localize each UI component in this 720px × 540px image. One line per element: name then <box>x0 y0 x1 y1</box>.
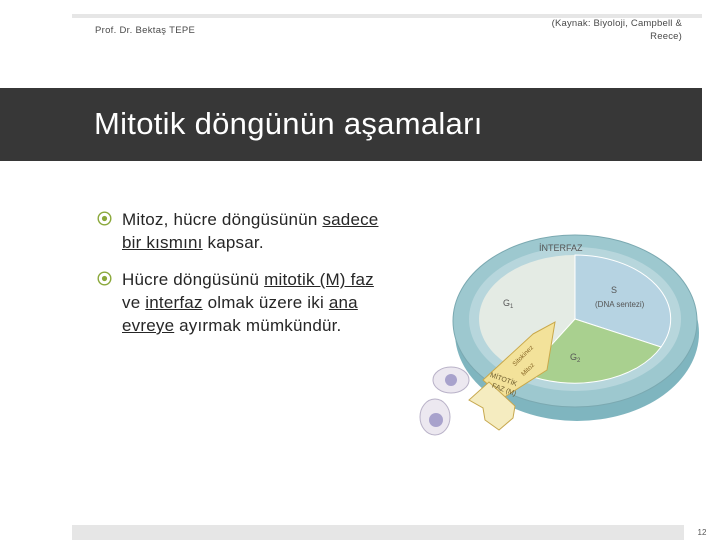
bullet-item: Mitoz, hücre döngüsünün sadece bir kısmı… <box>97 208 397 254</box>
bullet-text-underlined: interfaz <box>145 293 203 312</box>
circle-target-icon <box>97 271 112 286</box>
cell-nucleus-icon <box>445 374 457 386</box>
cell-nucleus-icon <box>429 413 443 427</box>
s-sub-label: (DNA sentezi) <box>595 300 645 309</box>
bullet-text: ayırmak mümkündür. <box>174 316 342 335</box>
author-name: Prof. Dr. Bektaş TEPE <box>95 25 196 36</box>
source-citation: (Kaynak: Biyoloji, Campbell & Reece) <box>551 18 682 42</box>
bottom-decor-bar <box>72 525 684 540</box>
bullet-text: kapsar. <box>202 233 264 252</box>
bullet-text: olmak üzere iki <box>202 293 329 312</box>
bullet-text: Mitoz, hücre döngüsünün <box>122 210 323 229</box>
bullet-text: Hücre döngüsünü <box>122 270 265 289</box>
bullet-item: Hücre döngüsünü mitotik (M) faz ve inter… <box>97 268 397 337</box>
s-label: S <box>611 285 617 295</box>
interphase-label: İNTERFAZ <box>539 243 583 253</box>
page-number: 12 <box>697 528 707 537</box>
bullet-list: Mitoz, hücre döngüsünün sadece bir kısmı… <box>97 208 397 351</box>
cell-cycle-diagram: İNTERFAZ G1 S (DNA sentezi) G2 Sitokinez… <box>419 234 699 436</box>
bullet-text-underlined: mitotik (M) faz <box>264 270 374 289</box>
circle-target-icon <box>97 211 112 226</box>
slide-title: Mitotik döngünün aşamaları <box>94 106 483 141</box>
bullet-text: ve <box>122 293 146 312</box>
